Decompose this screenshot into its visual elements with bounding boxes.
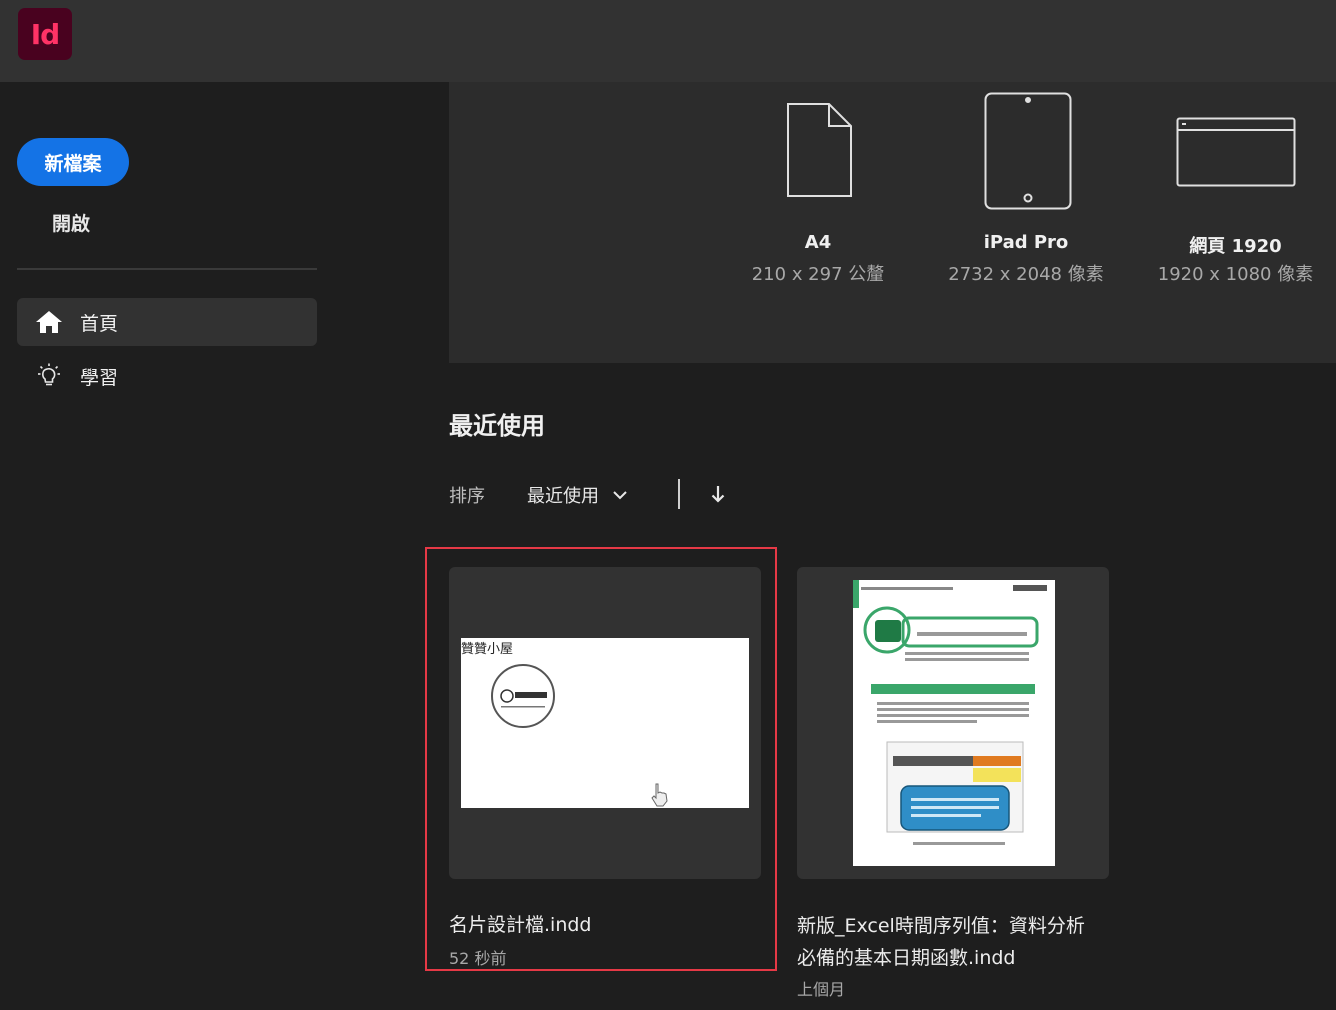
preset-web-1920[interactable]: 網頁 1920 1920 x 1080 像素	[1153, 82, 1318, 292]
home-icon	[35, 308, 63, 336]
sort-dropdown[interactable]: 最近使用	[527, 480, 629, 510]
sort-value: 最近使用	[527, 486, 599, 507]
chevron-down-icon	[611, 486, 629, 504]
tablet-icon	[984, 92, 1072, 214]
file-name-line-1[interactable]: 新版_Excel時間序列值：資料分析	[797, 910, 1085, 942]
logo-text: Id	[30, 17, 60, 51]
preset-size: 210 x 297 公釐	[751, 264, 885, 285]
selection-highlight	[425, 547, 777, 971]
file-name-line-2[interactable]: 必備的基本日期函數.indd	[797, 942, 1015, 974]
preset-name: A4	[804, 232, 832, 253]
preset-size: 2732 x 2048 像素	[948, 264, 1104, 285]
new-file-button[interactable]: 新檔案	[17, 138, 129, 186]
preset-ipad-pro[interactable]: iPad Pro 2732 x 2048 像素	[946, 82, 1106, 292]
file-time: 上個月	[797, 980, 846, 999]
sort-direction-arrow-down-icon[interactable]	[708, 483, 728, 505]
document-preview-image	[853, 580, 1047, 845]
indesign-logo: Id	[18, 8, 72, 60]
sidebar-item-label: 首頁	[80, 312, 119, 335]
preset-name: 網頁 1920	[1189, 236, 1282, 257]
title-bar: Id	[0, 0, 1336, 82]
sort-label: 排序	[449, 486, 485, 507]
preset-size: 1920 x 1080 像素	[1157, 264, 1314, 285]
sidebar-divider	[17, 268, 317, 270]
sidebar-item-label: 學習	[80, 366, 119, 389]
preset-name: iPad Pro	[983, 232, 1069, 253]
document-icon	[785, 102, 853, 202]
browser-window-icon	[1176, 117, 1296, 191]
sort-divider	[678, 479, 680, 509]
sidebar-item-learn[interactable]: 學習	[17, 352, 317, 400]
lightbulb-icon	[35, 362, 63, 390]
preset-a4[interactable]: A4 210 x 297 公釐	[743, 82, 893, 292]
presets-panel: A4 210 x 297 公釐 iPad Pro 2732 x 2048 像素 …	[449, 82, 1336, 363]
open-button[interactable]: 開啟	[40, 202, 102, 242]
sidebar: 新檔案 開啟 首頁 學習	[0, 82, 340, 1010]
sidebar-item-home[interactable]: 首頁	[17, 298, 317, 346]
thumbnail-page	[853, 580, 1055, 866]
recent-title: 最近使用	[449, 412, 545, 440]
file-thumbnail[interactable]	[797, 567, 1109, 879]
recent-file-card[interactable]: 新版_Excel時間序列值：資料分析 必備的基本日期函數.indd 上個月	[797, 567, 1127, 1007]
